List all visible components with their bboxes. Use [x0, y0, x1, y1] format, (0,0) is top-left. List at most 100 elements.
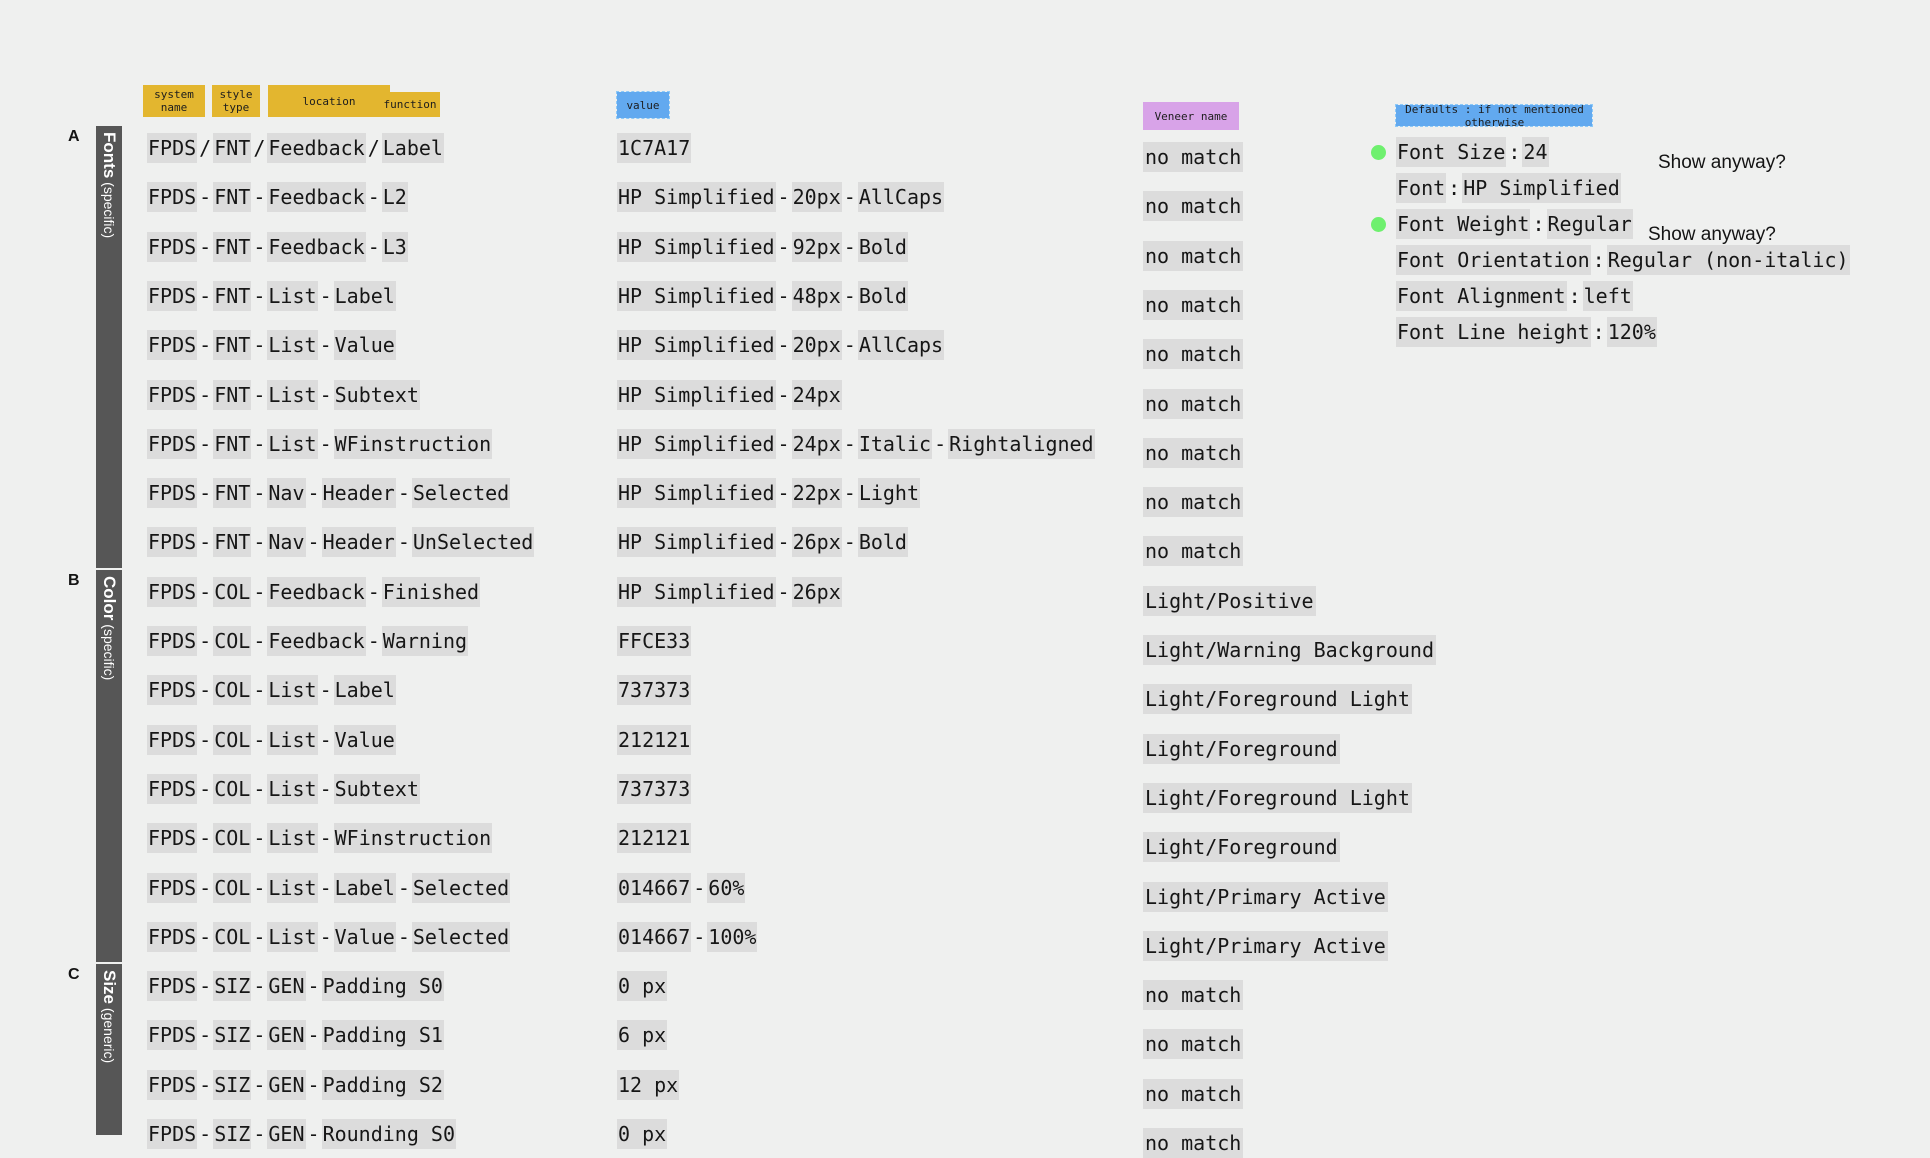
veneer-name-cell[interactable]: no match [1143, 240, 1244, 271]
token-name-cell[interactable]: FPDS - FNT - List - Subtext [147, 379, 420, 410]
token-value-cell[interactable]: 0 px [617, 1119, 668, 1149]
veneer-name-cell[interactable]: Light/Primary Active [1143, 930, 1388, 961]
veneer-name-cell[interactable]: no match [1143, 191, 1244, 222]
token-name-cell[interactable]: FPDS - COL - List - Value [147, 724, 396, 755]
token-value-cell[interactable]: 212121 [617, 823, 692, 854]
token-name-cell[interactable]: FPDS - COL - Feedback - Warning [147, 626, 469, 656]
token-name-part: Value [333, 724, 396, 755]
header-tag-defaults[interactable]: Defaults : if not mentioned otherwise [1395, 103, 1593, 129]
show-anyway-prompt[interactable]: Show anyway? [1648, 224, 1776, 246]
header-tag-veneer-name[interactable]: Veneer name [1143, 102, 1239, 130]
default-setting-value: Regular [1546, 209, 1633, 239]
default-setting-row[interactable]: Font Line height:120% [1396, 317, 1657, 347]
veneer-name-cell[interactable]: Light/Positive [1143, 585, 1316, 616]
veneer-name-cell[interactable]: no match [1143, 437, 1244, 468]
veneer-name-cell[interactable]: no match [1143, 339, 1244, 370]
veneer-name-cell[interactable]: no match [1143, 487, 1244, 518]
token-value-part: 20px [791, 330, 842, 361]
veneer-name-value: no match [1143, 191, 1244, 222]
default-setting-row[interactable]: Font Alignment: left [1396, 281, 1633, 311]
header-tag-system-name[interactable]: system name [143, 85, 205, 117]
token-name-part: Warning [381, 626, 469, 656]
default-setting-row[interactable]: Font Orientation: Regular (non-italic) [1396, 245, 1850, 275]
token-value-part: HP Simplified [617, 330, 776, 361]
veneer-name-cell[interactable]: no match [1143, 1128, 1244, 1158]
token-value-cell[interactable]: FFCE33 [617, 626, 692, 656]
token-name-separator: - [199, 431, 212, 456]
token-name-separator: - [253, 974, 266, 999]
token-name-cell[interactable]: FPDS - FNT - List - Label [147, 280, 396, 311]
veneer-name-value: no match [1143, 980, 1244, 1011]
token-value-cell[interactable]: 737373 [617, 773, 692, 804]
veneer-name-cell[interactable]: Light/Foreground [1143, 832, 1340, 863]
token-name-separator: - [367, 234, 380, 259]
token-name-separator: - [367, 579, 380, 604]
token-name-cell[interactable]: FPDS / FNT / Feedback / Label [147, 133, 444, 163]
token-value-cell[interactable]: HP Simplified -26px - Bold [617, 527, 908, 558]
token-value-cell[interactable]: 6 px [617, 1020, 668, 1051]
token-value-cell[interactable]: HP Simplified -26px [617, 576, 842, 607]
token-name-cell[interactable]: FPDS - COL - List - Subtext [147, 773, 420, 804]
token-name-separator: - [199, 826, 212, 851]
token-value-cell[interactable]: 212121 [617, 724, 692, 755]
token-name-cell[interactable]: FPDS - SIZ - GEN - Rounding S0 [147, 1119, 457, 1149]
veneer-name-cell[interactable]: no match [1143, 536, 1244, 567]
default-setting-row[interactable]: Font Size:24 [1396, 137, 1549, 167]
token-value-cell[interactable]: 12 px [617, 1069, 680, 1100]
veneer-name-cell[interactable]: Light/Warning Background [1143, 635, 1436, 665]
token-value-cell[interactable]: 1C7A17 [617, 133, 692, 163]
token-name-separator: - [253, 283, 266, 308]
token-name-cell[interactable]: FPDS - FNT - Nav - Header - UnSelected [147, 527, 535, 558]
veneer-name-cell[interactable]: no match [1143, 1078, 1244, 1109]
token-name-cell[interactable]: FPDS - FNT - List - WFinstruction [147, 428, 493, 459]
token-name-cell[interactable]: FPDS - COL - Feedback - Finished [147, 576, 481, 607]
token-name-cell[interactable]: FPDS - SIZ - GEN - Padding S1 [147, 1020, 444, 1051]
token-value-separator: - [843, 431, 856, 456]
veneer-name-cell[interactable]: Light/Foreground [1143, 733, 1340, 764]
default-status-dot [1371, 145, 1386, 160]
token-name-cell[interactable]: FPDS - COL - List - Label [147, 675, 396, 706]
token-value-cell[interactable]: HP Simplified -20px - AllCaps [617, 330, 945, 361]
token-value-cell[interactable]: 014667-100% [617, 921, 758, 952]
token-value-cell[interactable]: HP Simplified -92px - Bold [617, 231, 908, 262]
veneer-name-value: Light/Foreground [1143, 733, 1340, 764]
veneer-name-cell[interactable]: no match [1143, 980, 1244, 1011]
header-tag-location[interactable]: location [268, 85, 390, 117]
token-name-separator: - [253, 333, 266, 358]
token-name-part: List [267, 280, 318, 311]
token-name-cell[interactable]: FPDS - FNT - List - Value [147, 330, 396, 361]
token-value-cell[interactable]: HP Simplified -20px - AllCaps [617, 182, 945, 213]
token-name-cell[interactable]: FPDS - COL - List - WFinstruction [147, 823, 493, 854]
token-name-cell[interactable]: FPDS - FNT - Feedback - L3 [147, 231, 408, 262]
token-name-cell[interactable]: FPDS - FNT - Nav - Header - Selected [147, 478, 511, 509]
token-value-cell[interactable]: HP Simplified -22px - Light [617, 478, 921, 509]
token-name-cell[interactable]: FPDS - SIZ - GEN - Padding S0 [147, 971, 444, 1002]
token-name-cell[interactable]: FPDS - SIZ - GEN - Padding S2 [147, 1069, 444, 1100]
token-name-cell[interactable]: FPDS - COL - List - Label - Selected [147, 872, 511, 903]
veneer-name-cell[interactable]: Light/Foreground Light [1143, 684, 1412, 715]
default-setting-row[interactable]: Font Weight: Regular [1396, 209, 1633, 239]
default-setting-row[interactable]: Font: HP Simplified [1396, 173, 1621, 203]
header-tag-style-type[interactable]: style type [212, 85, 260, 117]
token-name-part: WFinstruction [333, 428, 493, 459]
default-setting-value: Regular (non-italic) [1606, 245, 1850, 275]
veneer-name-cell[interactable]: no match [1143, 388, 1244, 419]
token-value-cell[interactable]: HP Simplified -48px - Bold [617, 280, 908, 311]
show-anyway-prompt[interactable]: Show anyway? [1658, 152, 1786, 174]
token-value-cell[interactable]: 737373 [617, 675, 692, 706]
token-name-cell[interactable]: FPDS - COL - List - Value - Selected [147, 921, 511, 952]
veneer-name-cell[interactable]: no match [1143, 1029, 1244, 1060]
token-value-cell[interactable]: 014667-60% [617, 872, 746, 903]
token-value-cell[interactable]: HP Simplified -24px - Italic - Rightaligned [617, 428, 1095, 459]
header-tag-function[interactable]: function [380, 92, 440, 117]
token-value-cell[interactable]: 0 px [617, 971, 668, 1002]
veneer-name-cell[interactable]: no match [1143, 142, 1244, 172]
token-value-part: HP Simplified [617, 182, 776, 213]
veneer-name-cell[interactable]: Light/Primary Active [1143, 881, 1388, 912]
veneer-name-cell[interactable]: no match [1143, 289, 1244, 320]
header-tag-value[interactable]: value [616, 91, 670, 119]
token-name-cell[interactable]: FPDS - FNT - Feedback - L2 [147, 182, 408, 213]
veneer-name-cell[interactable]: Light/Foreground Light [1143, 782, 1412, 813]
token-name-part: Selected [411, 872, 511, 903]
token-value-cell[interactable]: HP Simplified -24px [617, 379, 842, 410]
